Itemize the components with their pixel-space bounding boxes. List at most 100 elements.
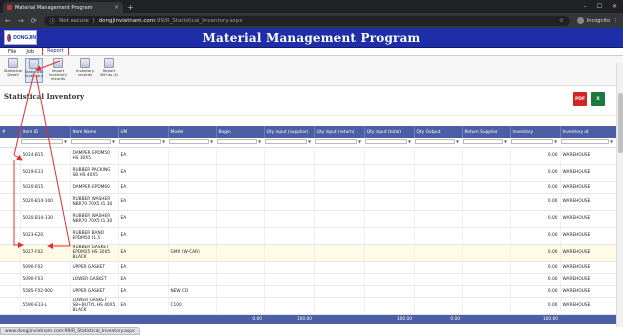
filter-icon[interactable]: ▼ — [258, 139, 261, 144]
logo-text: DONGJIN — [13, 34, 36, 41]
filter-input[interactable] — [365, 139, 407, 145]
statistical-inventory-button[interactable]: Statistical Inventory — [25, 58, 43, 83]
inventory-records-button[interactable]: Inventory records — [73, 58, 97, 83]
item-um: EA — [118, 297, 169, 315]
browser-tab[interactable]: Material Management Program × — [3, 2, 123, 13]
back-icon[interactable]: ← — [5, 17, 11, 25]
column-header[interactable]: Begin — [216, 126, 265, 138]
empty-cell — [414, 227, 463, 245]
minimize-icon[interactable]: – — [584, 3, 587, 10]
item-id: 5590-E13-L — [20, 297, 71, 315]
column-header[interactable]: UM — [118, 126, 169, 138]
empty-cell — [0, 210, 21, 228]
filter-icon[interactable]: ▼ — [64, 139, 67, 144]
filter-input[interactable] — [511, 139, 553, 145]
table-row[interactable]: 5020-B14-130 RUBBER WASHER NBR70 70X5 t1.… — [0, 210, 617, 228]
table-row[interactable]: 5090-F03 LOWER GASKET EA 0.00 WAREHOUSE — [0, 273, 617, 286]
info-icon[interactable]: ⓘ — [50, 17, 56, 25]
filter-input[interactable] — [561, 139, 609, 145]
column-header[interactable]: Model — [168, 126, 217, 138]
table-row[interactable]: 5027-F02 RUBBER GASKET EPDM25 HS 30X5 BLA… — [0, 244, 617, 262]
menu-dots-icon[interactable]: ⋮ — [613, 18, 618, 24]
filter-input[interactable] — [217, 139, 257, 145]
empty-cell — [264, 210, 315, 228]
column-header[interactable]: # — [0, 126, 21, 138]
reload-icon[interactable]: ⟳ — [31, 17, 37, 25]
item-um: EA — [118, 227, 169, 245]
filter-input[interactable] — [415, 139, 455, 145]
empty-cell — [264, 147, 315, 165]
grid-footer-row: 0.00 100.00 100.00 0.00 100.00 — [0, 314, 616, 324]
star-icon[interactable]: ☆ — [559, 18, 564, 24]
scrollbar-thumb[interactable] — [618, 93, 623, 153]
filter-icon[interactable]: ▼ — [308, 139, 311, 144]
filter-input[interactable] — [265, 139, 307, 145]
filter-input[interactable] — [71, 139, 111, 145]
item-name: LOWER GASKET — [70, 273, 119, 286]
column-header[interactable]: Qty input (return) — [314, 126, 365, 138]
column-header[interactable]: Item ID — [20, 126, 71, 138]
table-row[interactable]: 5014-B15 DAMPER EPDM50 HS 30X5 EA 0.00 WAREH… — [0, 147, 617, 165]
filter-icon[interactable]: ▼ — [358, 139, 361, 144]
empty-cell — [264, 285, 315, 298]
url-bar[interactable]: ⓘ Not secure | dongjinvietnam.com:99/R_S… — [43, 15, 570, 26]
filter-input[interactable] — [119, 139, 161, 145]
filter-icon[interactable]: ▼ — [112, 139, 115, 144]
column-header[interactable]: Inventory at — [560, 126, 617, 138]
table-row[interactable]: 5023-E20 RUBBER BAND EPDM50 t1.5 EA 0.00 WAR… — [0, 227, 617, 245]
item-um: EA — [118, 181, 169, 194]
forward-icon[interactable]: → — [18, 17, 24, 25]
column-header[interactable]: Inventory — [510, 126, 561, 138]
empty-cell — [364, 210, 415, 228]
empty-cell — [364, 273, 415, 286]
report-wh-button[interactable]: Report WH as (t) — [100, 58, 118, 83]
column-header[interactable]: Item Name — [70, 126, 119, 138]
column-header[interactable]: Return Supplier — [462, 126, 511, 138]
empty-cell — [216, 210, 265, 228]
table-row[interactable]: 5020-B15 DAMPER EPDM60 EA 0.00 WAREHOUSE — [0, 181, 617, 194]
empty-cell — [264, 297, 315, 315]
table-row[interactable]: 5585-F02-000 UPPER GASKET EA NEW CD 0.00 WARE… — [0, 285, 617, 298]
filter-icon[interactable]: ▼ — [456, 139, 459, 144]
item-um: EA — [118, 147, 169, 165]
export-excel-icon[interactable]: X — [591, 92, 605, 106]
filter-icon[interactable]: ▼ — [504, 139, 507, 144]
export-pdf-icon[interactable]: PDF — [573, 92, 587, 106]
logo-mark-icon — [7, 33, 12, 42]
column-header[interactable]: Qty input (total) — [364, 126, 415, 138]
filter-icon[interactable]: ▼ — [554, 139, 557, 144]
menu-file[interactable]: File — [6, 49, 18, 55]
chart-icon — [29, 59, 39, 69]
filter-icon[interactable]: ▼ — [408, 139, 411, 144]
maximize-icon[interactable]: ☐ — [597, 3, 602, 10]
empty-cell — [216, 147, 265, 165]
table-row[interactable]: 5020-B14-100 RUBBER WASHER NBR70 70X5 t1.… — [0, 193, 617, 211]
statistical-detail-button[interactable]: Statistical Detail — [4, 58, 22, 83]
item-model — [168, 273, 217, 286]
table-row[interactable]: 5090-F02 UPPER GASKET EA 0.00 WAREHOUSE — [0, 261, 617, 274]
filter-cell: ▼ — [70, 138, 118, 148]
table-row[interactable]: 5019-E13 RUBBER PACKING SB HS 40X5 EA 0.00 W… — [0, 164, 617, 182]
close-tab-icon[interactable]: × — [114, 4, 119, 11]
filter-input[interactable] — [463, 139, 503, 145]
filter-input[interactable] — [169, 139, 209, 145]
item-inventory: 0.00 — [510, 147, 561, 165]
incognito-indicator[interactable]: Incognito ⋮ — [576, 17, 618, 24]
import-inventory-records-button[interactable]: Import inventory records — [46, 58, 70, 83]
column-header[interactable]: Qty input (supplier) — [264, 126, 315, 138]
column-header[interactable]: Qty Output — [414, 126, 463, 138]
filter-icon[interactable]: ▼ — [610, 139, 613, 144]
new-tab-button[interactable]: + — [127, 2, 134, 13]
filter-icon[interactable]: ▼ — [162, 139, 165, 144]
menu-job[interactable]: Job — [24, 49, 36, 55]
filter-input[interactable] — [315, 139, 357, 145]
page-scrollbar[interactable] — [616, 63, 623, 327]
filter-icon[interactable]: ▼ — [210, 139, 213, 144]
close-window-icon[interactable]: ✕ — [612, 3, 617, 10]
menu-report[interactable]: Report — [42, 47, 69, 55]
table-row[interactable]: 5590-E13-L LOWER GASKET SB+BUTYL HS 40X5 … — [0, 297, 617, 315]
item-inventory: 0.00 — [510, 297, 561, 315]
total-input: 100.00 — [364, 314, 414, 324]
empty-cell — [364, 147, 415, 165]
filter-input[interactable] — [21, 139, 63, 145]
